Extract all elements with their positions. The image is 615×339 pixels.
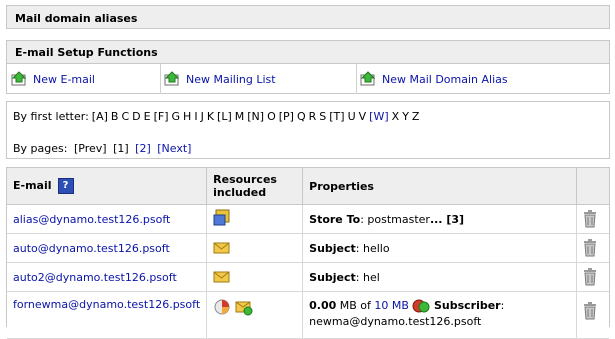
subscriber-label: Subscriber bbox=[433, 299, 501, 312]
subject-value: : hello bbox=[355, 241, 390, 255]
quota-link[interactable]: 10 MB bbox=[374, 299, 409, 312]
page-2-link[interactable]: [2] bbox=[135, 142, 151, 155]
letter-filter-14: O bbox=[267, 110, 276, 123]
forward-resource-icon bbox=[213, 209, 230, 225]
table-header-row: E-mail? Resources included Properties bbox=[7, 168, 609, 205]
letter-filter-18: S bbox=[319, 110, 327, 123]
setup-functions-header: E-mail Setup Functions bbox=[7, 41, 609, 64]
setup-functions-title: E-mail Setup Functions bbox=[15, 46, 158, 59]
delete-icon[interactable] bbox=[583, 268, 597, 286]
new-mailing-list-icon bbox=[164, 71, 180, 86]
letter-filter-22[interactable]: [W] bbox=[369, 110, 388, 123]
col-resources: Resources included bbox=[206, 168, 304, 205]
prev-page: [Prev] bbox=[73, 142, 107, 155]
letter-filter: By first letter: [A] B C D E [F] G H I J K [L] M [N] O[… bbox=[13, 110, 425, 123]
letter-filter-6: G bbox=[171, 110, 181, 123]
mailing-list-icon bbox=[235, 301, 253, 316]
page-1: [1] bbox=[113, 142, 129, 155]
mailbox-resource-icon bbox=[214, 299, 230, 315]
page-title-bar: Mail domain aliases bbox=[6, 5, 610, 29]
email-link[interactable]: fornewma@dynamo.test126.psoft bbox=[13, 298, 200, 311]
col-email-label: E-mail bbox=[13, 179, 52, 192]
page-filter: By pages: [Prev] [1] [2] [Next] bbox=[13, 142, 194, 155]
email-link[interactable]: auto2@dynamo.test126.psoft bbox=[13, 271, 177, 284]
email-table-panel: E-mail? Resources included Properties al… bbox=[6, 167, 610, 339]
store-to-value: : postmaster bbox=[360, 212, 430, 226]
subject-label: Subject bbox=[309, 270, 356, 284]
help-icon[interactable]: ? bbox=[57, 178, 74, 194]
col-properties: Properties bbox=[302, 168, 577, 205]
subscriber-colon: : bbox=[500, 299, 505, 312]
letter-filter-7: H bbox=[183, 110, 192, 123]
new-email-link[interactable]: New E-mail bbox=[33, 73, 95, 86]
new-email-cell: New E-mail bbox=[7, 64, 161, 94]
used-quota: 0.00 bbox=[309, 299, 337, 312]
page-filter-label: By pages: bbox=[13, 142, 68, 155]
subject-value: : hel bbox=[355, 270, 380, 284]
letter-filter-16: Q bbox=[296, 110, 306, 123]
letter-filter-25: Z bbox=[411, 110, 420, 123]
letter-filter-9: J bbox=[200, 110, 204, 123]
table-row: fornewma@dynamo.test126.psoft 0.00 MB of… bbox=[7, 291, 609, 339]
autoresponder-icon bbox=[213, 271, 230, 283]
table-row: alias@dynamo.test126.psoft Store To: pos… bbox=[7, 204, 609, 234]
letter-filter-20: U bbox=[347, 110, 356, 123]
email-link[interactable]: auto@dynamo.test126.psoft bbox=[13, 242, 170, 255]
subscriber-email: newma@dynamo.test126.psoft bbox=[309, 315, 482, 328]
delete-icon[interactable] bbox=[583, 302, 597, 320]
letter-filter-12: M bbox=[234, 110, 245, 123]
letter-filter-11: [L] bbox=[217, 110, 232, 123]
letter-filter-2: C bbox=[121, 110, 130, 123]
letter-filter-24: Y bbox=[402, 110, 409, 123]
new-mail-domain-alias-icon bbox=[360, 71, 376, 86]
letter-filter-3: D bbox=[132, 110, 141, 123]
letter-filter-5: [F] bbox=[153, 110, 169, 123]
col-actions bbox=[576, 168, 609, 205]
subscriber-icon bbox=[412, 299, 430, 313]
mb-of-label: MB of bbox=[336, 299, 375, 312]
table-row: auto2@dynamo.test126.psoft Subject: hel bbox=[7, 262, 609, 292]
letter-filter-17: R bbox=[308, 110, 317, 123]
letter-filter-15: [P] bbox=[278, 110, 294, 123]
letter-filter-19: [T] bbox=[329, 110, 345, 123]
email-table: E-mail? Resources included Properties al… bbox=[7, 168, 609, 339]
letter-filter-23: X bbox=[391, 110, 400, 123]
new-mailing-list-link[interactable]: New Mailing List bbox=[186, 73, 276, 86]
letter-filter-4: E bbox=[143, 110, 151, 123]
page-title: Mail domain aliases bbox=[15, 12, 138, 25]
subject-label: Subject bbox=[309, 241, 356, 255]
letter-filter-21: V bbox=[358, 110, 367, 123]
table-row: auto@dynamo.test126.psoft Subject: hello bbox=[7, 233, 609, 263]
autoresponder-icon bbox=[213, 242, 230, 254]
delete-icon[interactable] bbox=[583, 210, 597, 228]
setup-functions-panel: E-mail Setup Functions New E-mail New Ma… bbox=[6, 40, 610, 94]
new-mail-domain-alias-cell: New Mail Domain Alias bbox=[356, 64, 606, 94]
letter-filter-label: By first letter: bbox=[13, 110, 89, 123]
next-page-link[interactable]: [Next] bbox=[157, 142, 191, 155]
new-mail-domain-alias-link[interactable]: New Mail Domain Alias bbox=[382, 73, 508, 86]
letter-filter-0: [A] bbox=[91, 110, 108, 123]
delete-icon[interactable] bbox=[583, 239, 597, 257]
email-link[interactable]: alias@dynamo.test126.psoft bbox=[13, 213, 170, 226]
filter-panel: By first letter: [A] B C D E [F] G H I J K [L] M [N] O[… bbox=[6, 101, 610, 159]
letter-filter-1: B bbox=[110, 110, 119, 123]
letter-filter-8: I bbox=[194, 110, 198, 123]
new-email-icon bbox=[11, 71, 27, 86]
new-mailing-list-cell: New Mailing List bbox=[160, 64, 357, 94]
letter-filter-13: [N] bbox=[247, 110, 265, 123]
col-email: E-mail? bbox=[7, 168, 208, 205]
store-to-more: ... [3] bbox=[429, 212, 465, 226]
letter-filter-10: K bbox=[206, 110, 215, 123]
store-to-label: Store To bbox=[309, 212, 361, 226]
